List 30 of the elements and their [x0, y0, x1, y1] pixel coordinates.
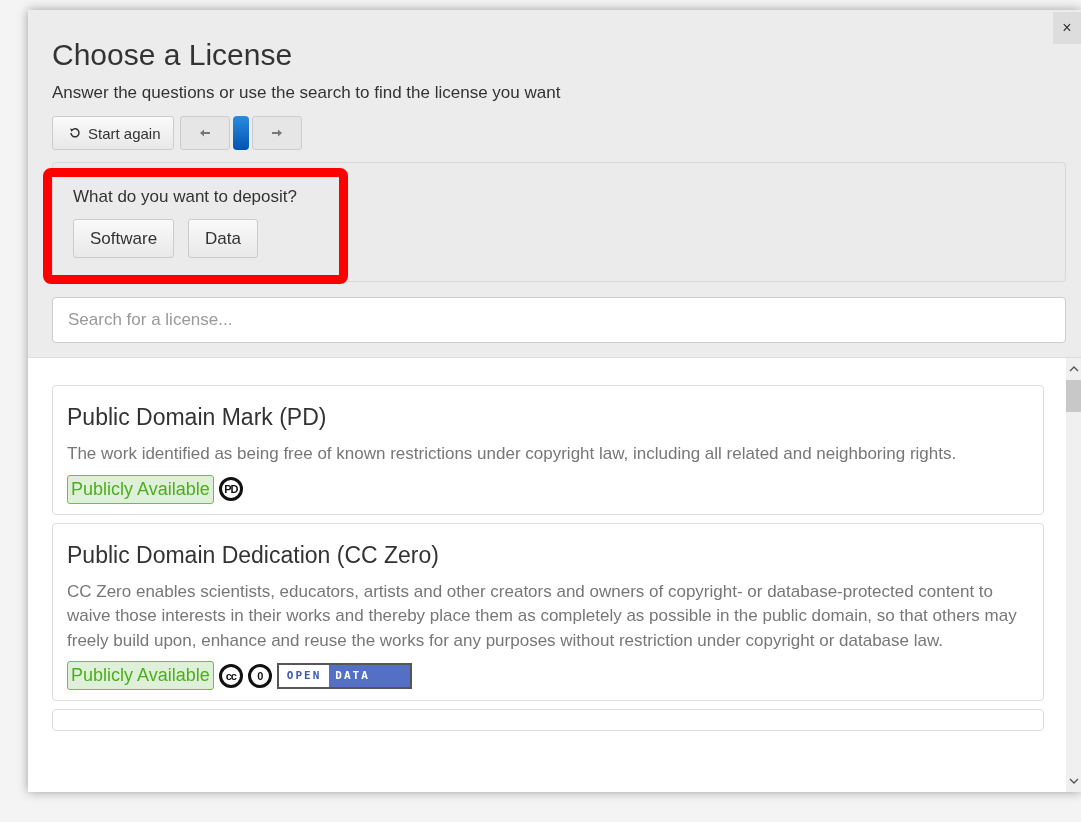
- availability-label: Publicly Available: [67, 474, 214, 504]
- availability-label: Publicly Available: [67, 661, 214, 690]
- license-card[interactable]: [52, 522, 1044, 701]
- scroll-up-icon[interactable]: [1068, 366, 1079, 372]
- license-mark-icon: PD: [218, 477, 243, 501]
- license-mark-icon: cc: [218, 663, 243, 688]
- license-title: Public Domain Mark (PD): [67, 404, 328, 431]
- license-title: Public Domain Dedication (CC Zero): [67, 541, 440, 569]
- scrollbar-thumb[interactable]: [1066, 380, 1081, 412]
- left-arrow-icon: [199, 129, 210, 137]
- scrollbar[interactable]: [1066, 358, 1081, 792]
- back-button[interactable]: [179, 116, 230, 150]
- license-description: CC Zero enables scientists, educators, artists and other creators and owners of copyright- or database-protected content to waive those interests in their works and thereby place them as completely as possible in the public domain, so that others may freely build upon, enhance and reuse the works for any purposes without restriction under copyright or database law.: [67, 580, 1018, 652]
- close-button[interactable]: ×: [1053, 12, 1081, 44]
- search-field[interactable]: Search for a license...: [52, 297, 1066, 343]
- license-mark-icon: 0: [247, 663, 272, 688]
- dialog-subtitle: Answer the questions or use the search to find the license you want: [52, 83, 562, 103]
- license-description: The work identified as being free of known restrictions under copyright law, including all related and neighboring rights.: [67, 443, 958, 465]
- step-indicator: [232, 116, 249, 150]
- option-button[interactable]: Software: [73, 219, 175, 258]
- restart-icon: [69, 127, 81, 139]
- license-card[interactable]: Public Domain Mark (PD) The work identified as being free of known restrictions under copyright law, including all related and neighboring rights. Publicly Available PD: [52, 385, 1044, 515]
- option-button[interactable]: Data: [188, 219, 258, 258]
- start-again-button[interactable]: Start again: [52, 116, 174, 150]
- scroll-down-icon[interactable]: [1068, 778, 1079, 784]
- open-data-logo: OPEN DATA: [276, 662, 412, 689]
- right-arrow-icon: [271, 129, 282, 137]
- question-text: What do you want to deposit?: [73, 187, 298, 207]
- next-button[interactable]: [251, 116, 302, 150]
- dialog-title: Choose a License: [52, 37, 294, 73]
